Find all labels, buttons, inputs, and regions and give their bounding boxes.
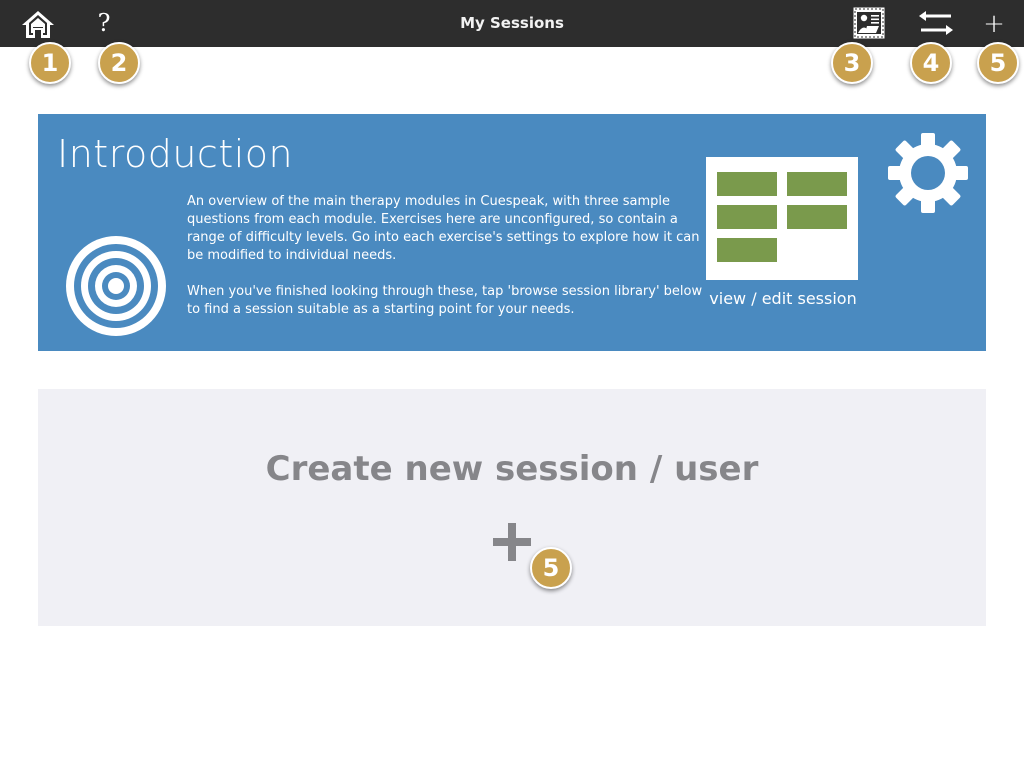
callout-badge-media: 3 (831, 42, 873, 84)
create-session-card[interactable]: Create new session / user (38, 389, 986, 626)
callout-badge-add: 5 (977, 42, 1019, 84)
session-preview-icon[interactable] (706, 157, 858, 280)
target-icon (66, 236, 166, 336)
callout-badge-create: 5 (530, 547, 572, 589)
callout-badge-help: 2 (98, 42, 140, 84)
plus-icon: + (983, 9, 1005, 39)
session-description: An overview of the main therapy modules … (187, 193, 707, 337)
add-button[interactable]: + (980, 8, 1008, 40)
session-title: Introduction (57, 132, 294, 176)
home-button[interactable] (20, 8, 56, 40)
preview-cell (787, 205, 847, 229)
help-button[interactable]: ? (92, 6, 116, 40)
plus-icon[interactable] (492, 522, 532, 562)
preview-cell (787, 172, 847, 196)
home-icon (22, 11, 54, 38)
image-list-icon (852, 6, 886, 40)
callout-badge-reorder: 4 (910, 42, 952, 84)
preview-cell (717, 205, 777, 229)
swap-arrows-icon (919, 11, 953, 35)
preview-cell (717, 172, 777, 196)
gear-icon[interactable] (886, 131, 970, 215)
reorder-button[interactable] (916, 10, 956, 38)
view-edit-session-link[interactable]: view / edit session (688, 289, 878, 308)
media-library-button[interactable] (852, 6, 886, 40)
create-session-label: Create new session / user (265, 449, 759, 489)
introduction-session-card[interactable]: Introduction An overview of the main the… (38, 114, 986, 351)
callout-badge-home: 1 (29, 42, 71, 84)
top-navigation-bar: My Sessions ? + (0, 0, 1024, 47)
question-icon: ? (97, 9, 111, 37)
preview-cell (717, 238, 777, 262)
description-paragraph: An overview of the main therapy modules … (187, 194, 700, 263)
description-paragraph: When you've finished looking through the… (187, 284, 703, 317)
